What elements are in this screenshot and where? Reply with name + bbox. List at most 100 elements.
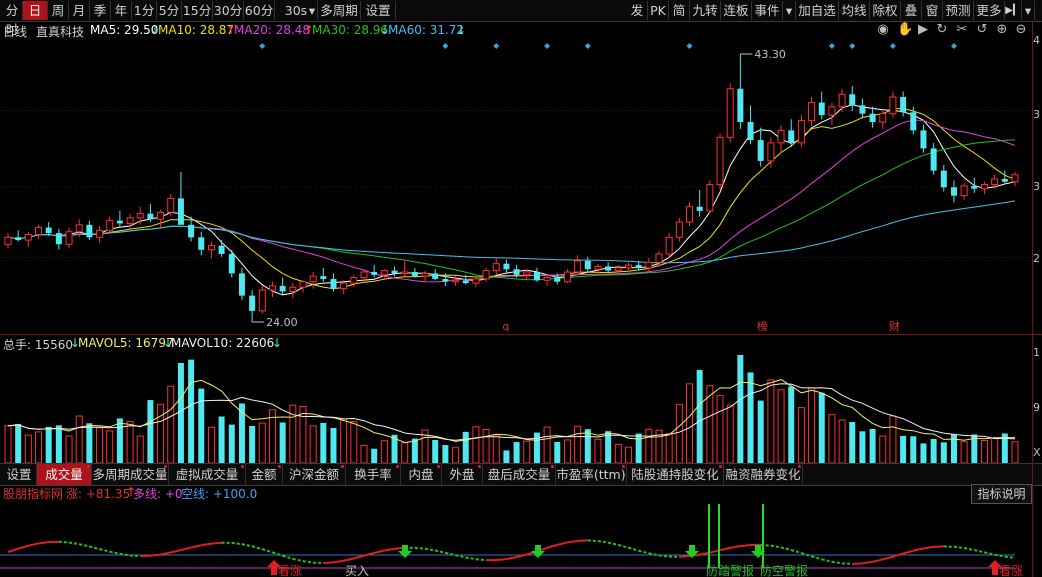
volume-bar[interactable] <box>675 403 683 463</box>
menu-dropdown-icon[interactable]: ▾ <box>1022 1 1035 20</box>
volume-bar[interactable] <box>838 419 846 463</box>
candle-body[interactable] <box>391 270 398 274</box>
volume-bar[interactable] <box>960 441 968 463</box>
candle-body[interactable] <box>645 261 653 269</box>
volume-bar[interactable] <box>554 442 561 463</box>
toolbar-right-item-6[interactable]: 加自选 <box>796 1 839 20</box>
candle-body[interactable] <box>849 94 856 106</box>
volume-bar[interactable] <box>563 439 571 463</box>
volume-bar[interactable] <box>106 430 114 463</box>
candle-body[interactable] <box>767 142 775 162</box>
toolbar-item-2[interactable]: 周 <box>48 1 69 20</box>
candle-body[interactable] <box>706 184 714 212</box>
candle-body[interactable] <box>971 185 978 189</box>
event-diamond-icon[interactable] <box>828 43 835 49</box>
candle-body[interactable] <box>777 129 785 144</box>
volume-bar[interactable] <box>116 418 123 463</box>
candle-body[interactable] <box>65 231 73 245</box>
tab-8[interactable]: 外盘 <box>442 464 483 485</box>
period-dropdown-icon[interactable]: ▾ <box>307 1 318 20</box>
candle-body[interactable] <box>411 272 418 277</box>
volume-bar[interactable] <box>86 423 93 463</box>
tab-2[interactable]: 多周期成交量 <box>92 464 169 485</box>
volume-bar[interactable] <box>696 370 703 463</box>
candle-body[interactable] <box>45 227 52 234</box>
volume-bar[interactable] <box>258 422 266 463</box>
candle-body[interactable] <box>910 112 917 131</box>
event-diamond-icon[interactable] <box>442 43 449 49</box>
event-marker-0[interactable]: q <box>502 320 509 333</box>
volume-bar[interactable] <box>462 431 469 463</box>
candle-body[interactable] <box>289 286 297 292</box>
candle-body[interactable] <box>980 184 988 190</box>
toolbar-item-1[interactable]: 日 <box>23 1 48 20</box>
volume-bar[interactable] <box>777 389 785 463</box>
volume-bar[interactable] <box>228 424 235 463</box>
candle-body[interactable] <box>482 270 490 280</box>
candle-body[interactable] <box>879 113 887 123</box>
volume-bar[interactable] <box>371 448 378 463</box>
tab-12[interactable]: 融资融券变化 <box>724 464 803 485</box>
scissors-icon[interactable]: ✂ <box>955 22 969 38</box>
candle-body[interactable] <box>4 236 12 245</box>
volume-bar[interactable] <box>157 403 165 463</box>
volume-bar[interactable] <box>523 440 531 463</box>
event-diamond-icon[interactable] <box>889 43 896 49</box>
tab-1[interactable]: 成交量 <box>37 464 92 485</box>
candle-body[interactable] <box>614 267 622 272</box>
volume-chart[interactable] <box>0 350 1032 463</box>
candle-body[interactable] <box>106 220 114 231</box>
candle-body[interactable] <box>1001 178 1008 182</box>
candle-body[interactable] <box>818 102 825 116</box>
candle-body[interactable] <box>563 271 571 283</box>
panel-toggle-icon[interactable]: ▶▎ <box>1005 1 1022 20</box>
candle-body[interactable] <box>574 260 582 273</box>
volume-bar[interactable] <box>757 400 764 463</box>
candle-body[interactable] <box>238 273 245 296</box>
candle-body[interactable] <box>401 271 409 274</box>
volume-bar[interactable] <box>218 416 225 463</box>
candle-body[interactable] <box>889 96 897 115</box>
volume-bar[interactable] <box>340 418 348 463</box>
candle-body[interactable] <box>188 224 195 238</box>
toolbar-right-item-5[interactable]: 事件 <box>752 1 783 20</box>
toolbar-right-item-2[interactable]: 简 <box>669 1 690 20</box>
toolbar-right-item-7[interactable]: 均线 <box>839 1 870 20</box>
candle-body[interactable] <box>126 217 134 224</box>
candle-body[interactable] <box>605 266 612 271</box>
toolbar-item-13[interactable]: 设置 <box>361 1 396 20</box>
volume-bar[interactable] <box>503 450 510 463</box>
candle-body[interactable] <box>869 113 876 123</box>
candle-body[interactable] <box>665 236 673 255</box>
candle-body[interactable] <box>513 269 520 275</box>
event-marker-1[interactable]: 榜 <box>757 319 768 333</box>
toolbar-item-10[interactable]: 60分 <box>244 1 275 20</box>
volume-bar[interactable] <box>859 431 866 463</box>
candle-body[interactable] <box>523 271 531 276</box>
candle-body[interactable] <box>228 253 235 274</box>
candle-body[interactable] <box>635 265 642 268</box>
candle-body[interactable] <box>421 272 429 277</box>
volume-bar[interactable] <box>55 425 62 463</box>
candle-body[interactable] <box>696 206 703 211</box>
volume-bar[interactable] <box>716 394 724 463</box>
candle-body[interactable] <box>371 272 378 275</box>
candle-body[interactable] <box>350 277 358 284</box>
candle-body[interactable] <box>859 105 866 114</box>
candle-body[interactable] <box>533 272 540 281</box>
volume-bar[interactable] <box>991 437 999 463</box>
candle-body[interactable] <box>716 136 724 186</box>
toolbar-item-12[interactable]: 多周期 <box>318 1 361 20</box>
candle-body[interactable] <box>380 270 388 276</box>
volume-bar[interactable] <box>4 425 12 463</box>
toolbar-item-4[interactable]: 季 <box>90 1 111 20</box>
volume-bar[interactable] <box>930 438 937 463</box>
candle-body[interactable] <box>218 245 225 254</box>
volume-bar[interactable] <box>432 440 439 463</box>
candle-body[interactable] <box>320 276 327 279</box>
candle-body[interactable] <box>340 282 348 290</box>
tab-6[interactable]: 换手率 <box>346 464 401 485</box>
toolbar-right-item-3[interactable]: 九转 <box>690 1 721 20</box>
volume-bar[interactable] <box>869 429 876 463</box>
toolbar-item-9[interactable]: 30分 <box>213 1 244 20</box>
